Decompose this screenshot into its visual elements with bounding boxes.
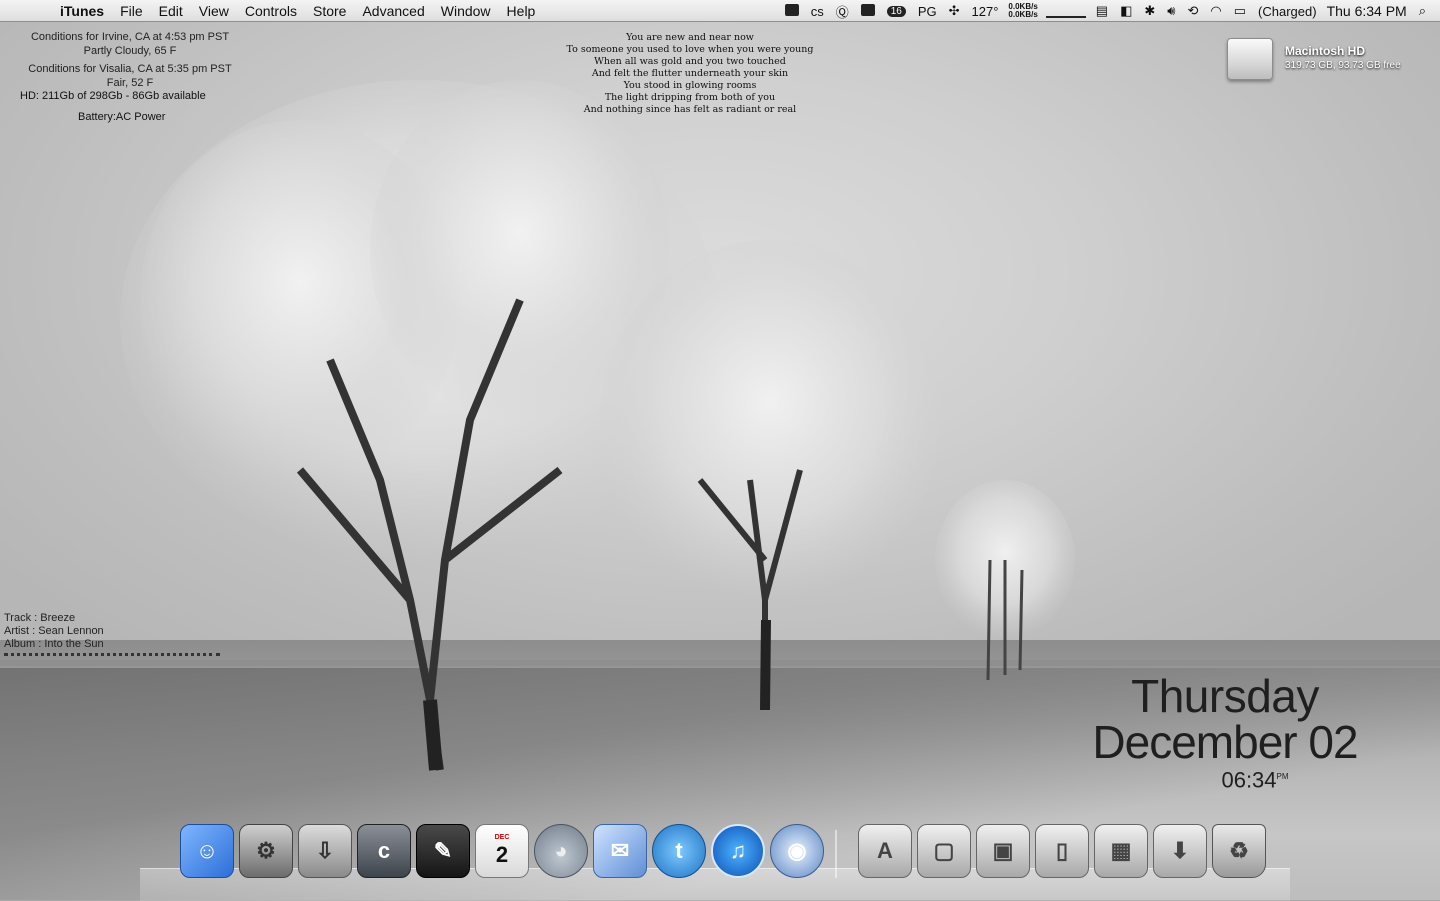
itunes-icon[interactable]: ♫ xyxy=(711,824,765,878)
menu-advanced[interactable]: Advanced xyxy=(354,0,432,22)
pictures-folder-icon[interactable]: ▣ xyxy=(976,824,1030,878)
now-playing-artist: Artist : Sean Lennon xyxy=(4,625,104,637)
menu-store[interactable]: Store xyxy=(305,0,354,22)
totoro-icon[interactable]: ◕ xyxy=(534,824,588,878)
finder-icon[interactable]: ☺ xyxy=(180,824,234,878)
menu-view[interactable]: View xyxy=(191,0,237,22)
disk-activity-icon[interactable]: ◧ xyxy=(1120,3,1132,19)
date-widget-ampm: PM xyxy=(1276,772,1289,781)
wifi-icon[interactable]: ◠ xyxy=(1210,3,1221,19)
menu-window[interactable]: Window xyxy=(433,0,499,22)
menu-edit[interactable]: Edit xyxy=(151,0,191,22)
net-down: 0.0KB/s xyxy=(1008,10,1038,19)
menu-controls[interactable]: Controls xyxy=(237,0,305,22)
applications-folder-icon[interactable]: A xyxy=(858,824,912,878)
evernote-icon[interactable]: ✎ xyxy=(416,824,470,878)
bluetooth-icon[interactable]: ✱ xyxy=(1144,3,1155,19)
quicksilver-icon[interactable]: Ⓠ xyxy=(836,2,849,21)
lastfm-icon[interactable]: cs xyxy=(811,4,824,19)
mail-icon[interactable]: ✉ xyxy=(593,824,647,878)
lyric-line: And felt the flutter underneath your ski… xyxy=(591,68,789,79)
ical-day: 2 xyxy=(495,842,509,867)
documents-folder-icon[interactable]: ▢ xyxy=(917,824,971,878)
transmit-icon[interactable]: ⇩ xyxy=(298,824,352,878)
downloads-folder-icon[interactable]: ⬇ xyxy=(1153,824,1207,878)
weather-line-irvine: Conditions for Irvine, CA at 4:53 pm PST xyxy=(30,31,230,43)
menu-app-name[interactable]: iTunes xyxy=(52,0,112,22)
weather-widget: Conditions for Irvine, CA at 4:53 pm PST… xyxy=(10,30,250,90)
date-widget: Thursday December 02 06:34PM xyxy=(1060,672,1390,793)
weather-conditions-visalia: Fair, 52 F xyxy=(106,77,154,89)
memory-icon[interactable]: ▤ xyxy=(1096,3,1108,19)
lyric-line: When all was gold and you two touched xyxy=(594,56,786,67)
firefox-icon[interactable]: ◉ xyxy=(770,824,824,878)
menu-extras: cs Ⓠ 16 PG ✣ 127° 0.0KB/s 0.0KB/s ▤ ◧ ✱ … xyxy=(779,0,1440,22)
trash-icon[interactable]: ♻ xyxy=(1212,824,1266,878)
lyric-line: You are new and near now xyxy=(626,32,754,43)
twitter-icon[interactable]: t xyxy=(652,824,706,878)
now-playing-widget: Track : Breeze Artist : Sean Lennon Albu… xyxy=(4,612,220,659)
lyric-line: To someone you used to love when you wer… xyxy=(566,44,814,55)
terminal-icon[interactable] xyxy=(860,3,875,19)
now-playing-track: Track : Breeze xyxy=(4,612,76,624)
temperature-readout[interactable]: 127° xyxy=(972,4,999,19)
volume-icon[interactable]: 🔊︎ xyxy=(1167,3,1175,19)
ical-icon[interactable]: DEC 2 xyxy=(475,824,529,878)
battery-state[interactable]: (Charged) xyxy=(1258,4,1317,19)
menu-help[interactable]: Help xyxy=(499,0,544,22)
documents-stack-icon[interactable]: ▯ xyxy=(1035,824,1089,878)
battery-status: Battery:AC Power xyxy=(78,111,166,123)
hd-usage: HD: 211Gb of 298Gb - 86Gb available xyxy=(20,90,206,102)
date-widget-time: 06:34PM xyxy=(1120,764,1390,793)
menu-clock[interactable]: Thu 6:34 PM xyxy=(1327,3,1407,19)
spotlight-search-icon[interactable]: ⌕ xyxy=(1419,3,1426,19)
time-machine-icon[interactable]: ⟲ xyxy=(1187,3,1198,19)
system-preferences-icon[interactable]: ⚙ xyxy=(239,824,293,878)
date-widget-date: December 02 xyxy=(1092,716,1358,768)
display-icon[interactable] xyxy=(784,3,799,19)
cpu-graph[interactable] xyxy=(1045,4,1086,18)
battery-icon[interactable]: ▭ xyxy=(1234,3,1246,19)
weather-line-visalia: Conditions for Visalia, CA at 5:35 pm PS… xyxy=(28,63,232,75)
disk-name[interactable]: Macintosh HD xyxy=(1285,44,1365,58)
dock-separator xyxy=(835,830,837,878)
fan-icon[interactable]: ✣ xyxy=(949,3,960,19)
keyboard-layout[interactable]: PG xyxy=(918,4,937,19)
hard-disk-icon[interactable] xyxy=(1227,38,1273,80)
lyrics-widget: You are new and near now To someone you … xyxy=(530,32,850,116)
menu-file[interactable]: File xyxy=(112,0,151,22)
movies-folder-icon[interactable]: ▦ xyxy=(1094,824,1148,878)
date-widget-clock: 06:34 xyxy=(1221,767,1277,793)
lyric-line: You stood in glowing rooms xyxy=(623,80,757,91)
network-meter[interactable]: 0.0KB/s 0.0KB/s xyxy=(1008,3,1037,19)
weather-conditions-irvine: Partly Cloudy, 65 F xyxy=(83,45,177,57)
date-widget-day: Thursday xyxy=(1131,670,1319,722)
lyric-line: The light dripping from both of you xyxy=(604,92,776,103)
menu-bar: iTunes File Edit View Controls Store Adv… xyxy=(0,0,1440,22)
progress-dots xyxy=(4,653,220,659)
disk-free-space: 319.73 GB, 93.73 GB free xyxy=(1285,60,1401,71)
macintosh-hd-disk[interactable]: Macintosh HD 319.73 GB, 93.73 GB free xyxy=(1225,36,1435,86)
ical-month: DEC xyxy=(494,834,510,841)
lyric-line: And nothing since has felt as radiant or… xyxy=(583,104,797,115)
now-playing-album: Album : Into the Sun xyxy=(4,638,104,650)
coda-icon[interactable]: c xyxy=(357,824,411,878)
notification-count-badge[interactable]: 16 xyxy=(886,5,906,17)
